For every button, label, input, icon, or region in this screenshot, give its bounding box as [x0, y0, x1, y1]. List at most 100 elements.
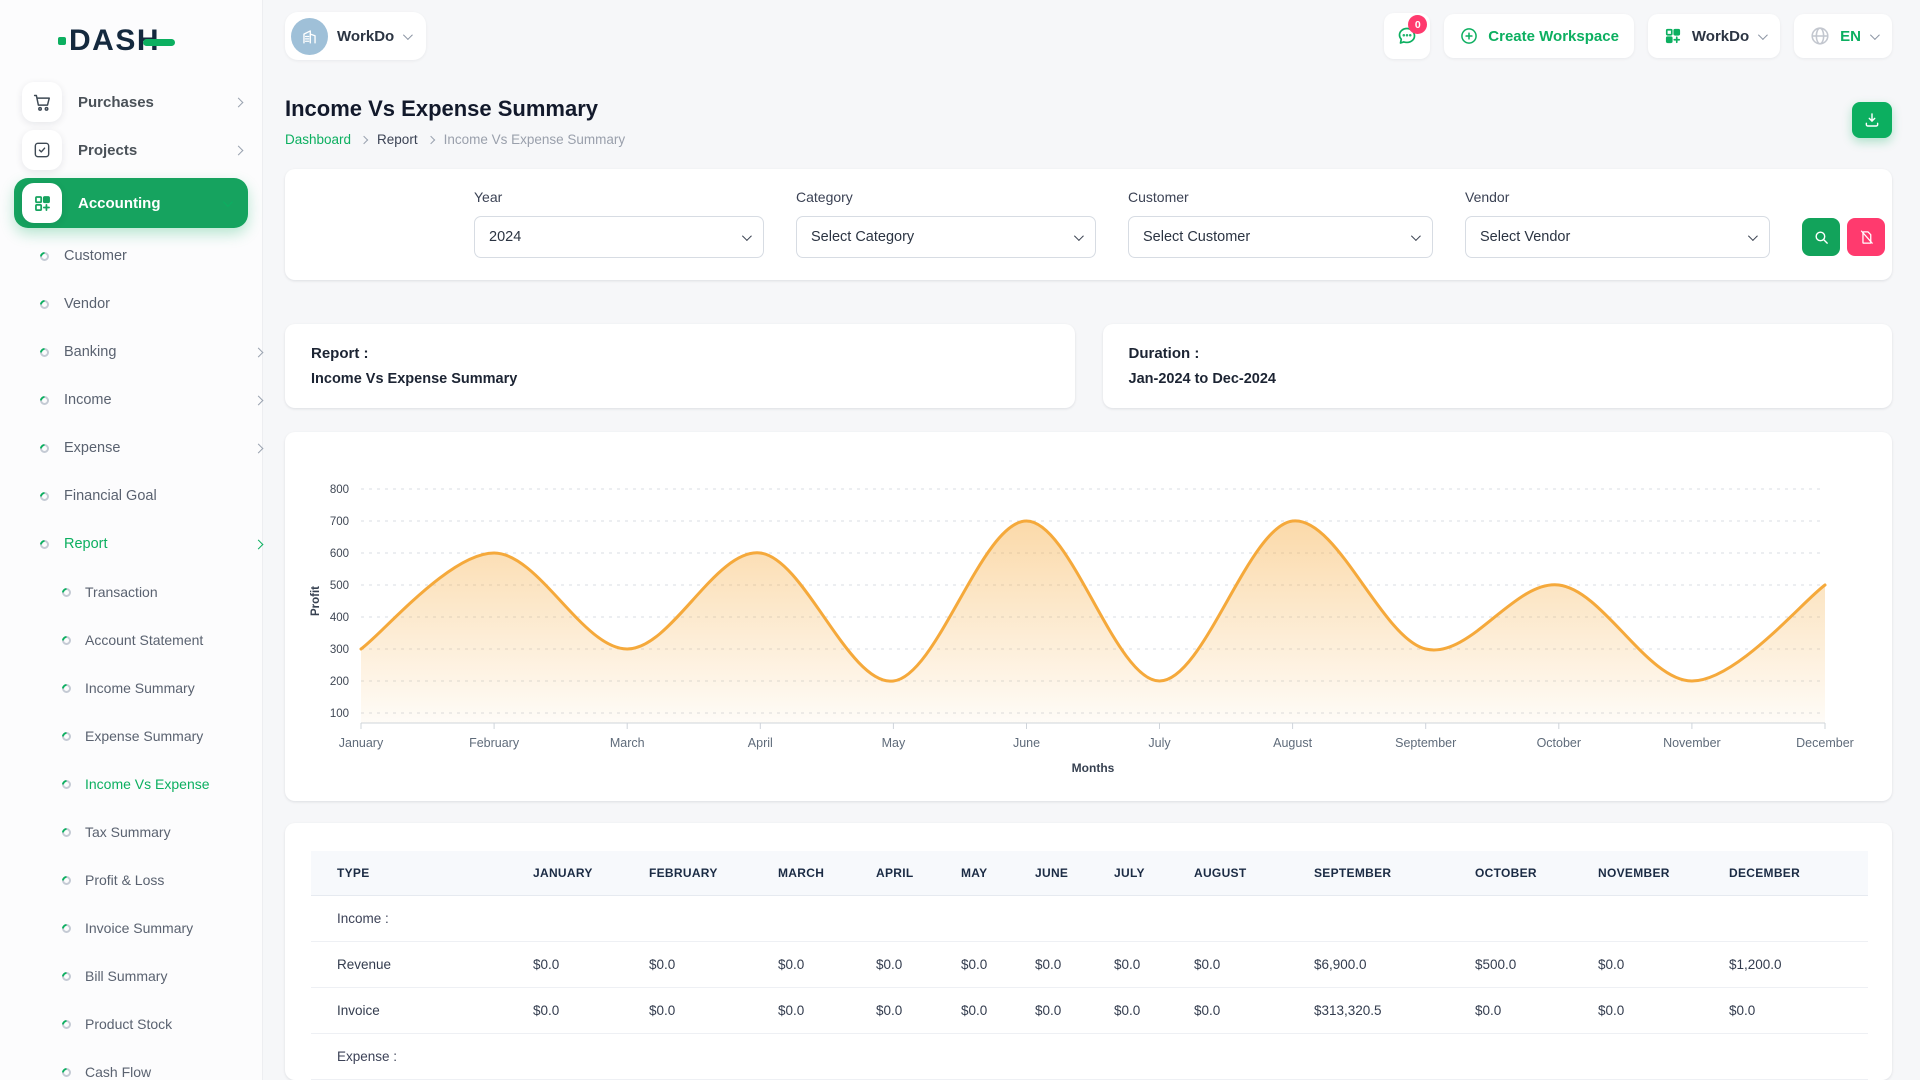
breadcrumb: Dashboard Report Income Vs Expense Summa… [285, 132, 625, 147]
sidebar-item-income-summary[interactable]: Income Summary [0, 664, 262, 712]
svg-text:October: October [1537, 736, 1581, 750]
language-selector[interactable]: EN [1794, 14, 1892, 58]
sidebar-item-tax-summary[interactable]: Tax Summary [0, 808, 262, 856]
sidebar-item-label: Financial Goal [64, 488, 157, 504]
row-type-cell: Invoice [311, 988, 533, 1034]
sidebar-item-product-stock[interactable]: Product Stock [0, 1000, 262, 1048]
svg-text:August: August [1273, 736, 1312, 750]
sidebar-item-purchases[interactable]: Purchases [0, 78, 262, 126]
sidebar-item-banking[interactable]: Banking [0, 328, 262, 376]
bullet-icon [60, 586, 73, 599]
sidebar-item-label: Customer [64, 248, 127, 264]
column-header-february: FEBRUARY [649, 851, 778, 896]
table-row-invoice: Invoice$0.0$0.0$0.0$0.0$0.0$0.0$0.0$0.0$… [311, 988, 1868, 1034]
chevron-right-icon [360, 135, 368, 143]
workdo-menu-button[interactable]: WorkDo [1648, 14, 1780, 58]
svg-text:December: December [1796, 736, 1854, 750]
sidebar-item-report[interactable]: Report [0, 520, 262, 568]
sidebar-item-customer[interactable]: Customer [0, 232, 262, 280]
bullet-icon [60, 874, 73, 887]
messages-button[interactable]: 0 [1384, 13, 1430, 59]
customer-select[interactable]: Select Customer [1128, 216, 1433, 258]
bullet-icon [38, 442, 51, 455]
bullet-icon [38, 538, 51, 551]
value-cell: $1,200.0 [1729, 942, 1868, 988]
sidebar-item-projects[interactable]: Projects [0, 126, 262, 174]
chevron-down-icon [403, 30, 413, 40]
sidebar-item-accounting[interactable]: Accounting [14, 178, 248, 228]
duration-summary-card: Duration : Jan-2024 to Dec-2024 [1103, 324, 1893, 408]
workdo-menu-label: WorkDo [1692, 28, 1749, 45]
sidebar-item-invoice-summary[interactable]: Invoice Summary [0, 904, 262, 952]
column-header-august: AUGUST [1194, 851, 1314, 896]
sidebar-item-transaction[interactable]: Transaction [0, 568, 262, 616]
value-cell: $0.0 [1035, 942, 1114, 988]
svg-text:July: July [1148, 736, 1171, 750]
sidebar-item-cash-flow[interactable]: Cash Flow [0, 1048, 262, 1080]
svg-text:June: June [1013, 736, 1040, 750]
table-header-row: TYPEJANUARYFEBRUARYMARCHAPRILMAYJUNEJULY… [311, 851, 1868, 896]
chevron-right-icon [234, 145, 244, 155]
summary-row: Report : Income Vs Expense Summary Durat… [285, 324, 1892, 408]
bullet-icon [38, 250, 51, 263]
workspace-name: WorkDo [337, 28, 394, 45]
download-button[interactable] [1852, 102, 1892, 138]
app-logo[interactable]: DASH [0, 0, 262, 68]
breadcrumb-report[interactable]: Report [377, 132, 418, 147]
vendor-select-value: Select Vendor [1480, 229, 1570, 245]
sidebar-item-label: Product Stock [85, 1016, 172, 1032]
sidebar-item-profit-loss[interactable]: Profit & Loss [0, 856, 262, 904]
value-cell: $0.0 [533, 942, 649, 988]
sidebar-item-bill-summary[interactable]: Bill Summary [0, 952, 262, 1000]
sidebar-item-label: Purchases [78, 94, 154, 111]
search-icon [1813, 229, 1830, 246]
sidebar-item-income[interactable]: Income [0, 376, 262, 424]
year-select[interactable]: 2024 [474, 216, 764, 258]
row-type-cell: Revenue [311, 942, 533, 988]
sidebar-item-expense[interactable]: Expense [0, 424, 262, 472]
chevron-right-icon [254, 539, 264, 549]
value-cell: $500.0 [1475, 942, 1598, 988]
chevron-right-icon [234, 97, 244, 107]
sidebar-item-label: Invoice Summary [85, 920, 193, 936]
page-head: Income Vs Expense Summary Dashboard Repo… [285, 96, 1892, 147]
column-header-june: JUNE [1035, 851, 1114, 896]
sidebar-item-income-vs-expense[interactable]: Income Vs Expense [0, 760, 262, 808]
value-cell: $0.0 [961, 988, 1035, 1034]
sidebar-item-financial-goal[interactable]: Financial Goal [0, 472, 262, 520]
sidebar-item-label: Profit & Loss [85, 872, 164, 888]
svg-text:800: 800 [330, 484, 349, 496]
section-label: Income : [311, 896, 1868, 942]
sidebar-item-vendor[interactable]: Vendor [0, 280, 262, 328]
sidebar-item-expense-summary[interactable]: Expense Summary [0, 712, 262, 760]
vendor-label: Vendor [1465, 189, 1770, 205]
chevron-right-icon [254, 443, 264, 453]
building-icon [300, 27, 319, 46]
workspace-selector[interactable]: WorkDo [285, 12, 426, 60]
check-square-icon [22, 130, 62, 170]
breadcrumb-current: Income Vs Expense Summary [444, 132, 626, 147]
value-cell: $0.0 [1035, 988, 1114, 1034]
column-header-january: JANUARY [533, 851, 649, 896]
bullet-icon [60, 826, 73, 839]
reset-filter-button[interactable] [1847, 218, 1885, 256]
bullet-icon [38, 394, 51, 407]
svg-text:March: March [610, 736, 645, 750]
create-workspace-button[interactable]: Create Workspace [1444, 14, 1634, 58]
bullet-icon [60, 634, 73, 647]
search-button[interactable] [1802, 218, 1840, 256]
category-select[interactable]: Select Category [796, 216, 1096, 258]
customer-label: Customer [1128, 189, 1433, 205]
table-section-row: Income : [311, 896, 1868, 942]
cart-icon [22, 82, 62, 122]
section-label: Expense : [311, 1034, 1868, 1080]
vendor-select[interactable]: Select Vendor [1465, 216, 1770, 258]
language-label: EN [1840, 28, 1861, 45]
svg-text:November: November [1663, 736, 1721, 750]
column-header-september: SEPTEMBER [1314, 851, 1475, 896]
breadcrumb-dashboard[interactable]: Dashboard [285, 132, 351, 147]
chevron-down-icon [742, 231, 752, 241]
sidebar-item-account-statement[interactable]: Account Statement [0, 616, 262, 664]
bullet-icon [60, 1018, 73, 1031]
column-header-july: JULY [1114, 851, 1194, 896]
